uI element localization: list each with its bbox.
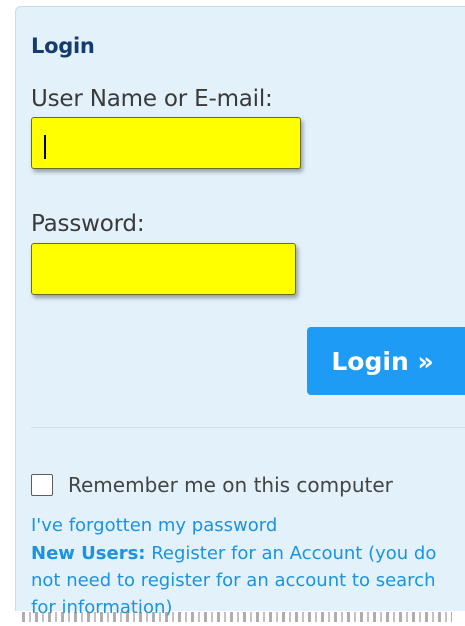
username-input[interactable] [31, 117, 301, 169]
text-cursor [44, 135, 46, 159]
username-label: User Name or E-mail: [31, 86, 273, 112]
login-title: Login [31, 34, 95, 58]
password-label: Password: [31, 211, 145, 237]
login-panel: Login User Name or E-mail: Password: Log… [15, 6, 465, 618]
password-input[interactable] [31, 243, 296, 295]
new-users-text: New Users: Register for an Account (you … [31, 540, 461, 621]
remember-me-label[interactable]: Remember me on this computer [68, 473, 393, 497]
forgot-password-link[interactable]: I've forgotten my password [31, 515, 277, 536]
login-button[interactable]: Login » [307, 327, 465, 395]
remember-me-checkbox[interactable] [31, 474, 53, 496]
cut-off-text-row [22, 612, 452, 622]
new-users-label: New Users: [31, 543, 146, 564]
divider [31, 427, 465, 428]
